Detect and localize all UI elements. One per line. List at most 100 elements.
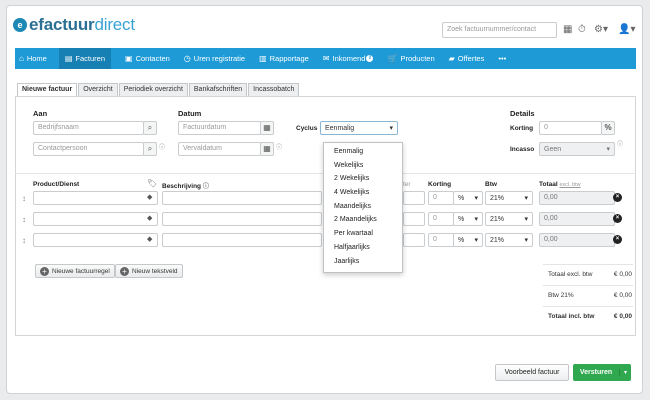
calculator-icon[interactable]: ▦ (563, 24, 572, 35)
tag-icon: 🏷 (147, 179, 158, 188)
prijs-column-header: ter (403, 181, 411, 188)
add-text-field-button[interactable]: + Nieuw tekstveld (115, 264, 183, 278)
search-input[interactable]: Zoek factuurnummer/contact (442, 22, 557, 38)
company-field[interactable]: Bedrijfsnaam (33, 121, 144, 135)
invoice-date-field[interactable]: Factuurdatum (178, 121, 261, 135)
row-discount-field[interactable]: 0 (428, 212, 454, 226)
send-button[interactable]: Versturen ▾ (573, 364, 631, 381)
tag-icon[interactable]: ◆ (147, 214, 152, 222)
aan-label: Aan (33, 109, 48, 118)
cyclus-option[interactable]: Halfjaarlijks (324, 242, 402, 256)
invoice-tabs: Nieuwe factuur Overzicht Periodiek overz… (17, 83, 300, 97)
btw-row: Btw 21% € 0,00 (543, 285, 633, 305)
incasso-select[interactable]: Geen ▾ (539, 142, 615, 156)
calendar-icon[interactable]: ▦ (260, 142, 274, 156)
search-company-button[interactable]: ⌕ (143, 121, 157, 135)
plus-icon: + (40, 266, 49, 276)
btw-select[interactable]: 21% ▾ (485, 191, 533, 205)
cyclus-option[interactable]: Eenmalig (324, 146, 402, 160)
row-discount-field[interactable]: 0 (428, 191, 454, 205)
chevron-down-icon: ▾ (524, 216, 528, 223)
cyclus-option[interactable]: 2 Wekelijks (324, 173, 402, 187)
add-invoice-line-button[interactable]: + Nieuwe factuurregel (35, 264, 115, 278)
discount-unit-select[interactable]: % ▾ (453, 233, 483, 247)
chevron-down-icon: ▾ (606, 146, 610, 153)
description-field[interactable] (162, 233, 322, 247)
brand-name-bold: efactuur (29, 15, 95, 34)
cart-icon: 🛒 (387, 54, 398, 63)
korting-field[interactable]: 0 (539, 121, 602, 135)
due-date-field[interactable]: Vervaldatum (178, 142, 261, 156)
nav-item-contacten[interactable]: ▣ Contacten (125, 54, 170, 63)
beschrijving-column-header: Beschrijving ⓘ (162, 183, 209, 190)
remove-line-icon[interactable]: × (613, 214, 622, 223)
cyclus-option[interactable]: Maandelijks (324, 201, 402, 215)
cyclus-option[interactable]: Wekelijks (324, 160, 402, 174)
settings-icon[interactable]: ⚙▾ (594, 24, 608, 35)
drag-handle-icon[interactable]: ↕ (22, 215, 26, 224)
user-icon[interactable]: 👤▾ (618, 24, 635, 35)
btw-select[interactable]: 21% ▾ (485, 233, 533, 247)
tab-overzicht[interactable]: Overzicht (78, 83, 118, 97)
price-field[interactable] (403, 212, 425, 226)
remove-line-icon[interactable]: × (613, 235, 622, 244)
info-icon[interactable]: ⓘ (276, 142, 282, 151)
info-icon[interactable]: ⓘ (617, 139, 623, 148)
product-field[interactable] (33, 191, 158, 205)
chevron-down-icon[interactable]: ▾ (619, 369, 631, 376)
clock-icon[interactable]: ⏱ (578, 24, 586, 35)
korting-column-header: Korting (428, 181, 452, 188)
drag-handle-icon[interactable]: ↕ (22, 236, 26, 245)
total-excl-row: Totaal excl. btw € 0,00 (543, 264, 633, 284)
tab-incassobatch[interactable]: Incassobatch (248, 83, 300, 97)
product-field[interactable] (33, 212, 158, 226)
description-field[interactable] (162, 191, 322, 205)
inkomend-badge: 8 (366, 55, 374, 62)
nav-item-facturen[interactable]: ▤ Facturen (58, 48, 112, 69)
remove-line-icon[interactable]: × (613, 193, 622, 202)
totaal-column-header: Totaal excl. btw (539, 181, 581, 188)
cyclus-option[interactable]: Per kwartaal (324, 228, 402, 242)
brand-logo[interactable]: e efactuurdirect (13, 15, 135, 35)
calendar-icon[interactable]: ▦ (260, 121, 274, 135)
contact-field[interactable]: Contactpersoon (33, 142, 144, 156)
cyclus-option[interactable]: 4 Wekelijks (324, 187, 402, 201)
search-contact-button[interactable]: ⌕ (143, 142, 157, 156)
description-field[interactable] (162, 212, 322, 226)
product-column-header: Product/Dienst (33, 181, 80, 188)
tab-periodiek-overzicht[interactable]: Periodiek overzicht (118, 83, 188, 97)
chart-icon: ▥ (259, 54, 267, 63)
nav-item-inkomend[interactable]: ✉ Inkomend 8 (323, 54, 374, 63)
btw-select[interactable]: 21% ▾ (485, 212, 533, 226)
discount-unit-select[interactable]: % ▾ (453, 212, 483, 226)
info-icon[interactable]: ⓘ (159, 142, 165, 151)
tab-nieuwe-factuur[interactable]: Nieuwe factuur (17, 83, 78, 97)
chevron-down-icon: ▾ (474, 216, 478, 223)
main-navbar: ⌂ Home ▤ Facturen ▣ Contacten ◷ Uren registr… (15, 48, 636, 69)
home-icon: ⌂ (19, 54, 24, 63)
info-icon[interactable]: ⓘ (203, 184, 209, 190)
row-discount-field[interactable]: 0 (428, 233, 454, 247)
details-label: Details (510, 109, 535, 118)
preview-invoice-button[interactable]: Voorbeeld factuur (495, 364, 569, 381)
nav-item-producten[interactable]: 🛒 Producten (387, 54, 434, 63)
folder-icon: ▰ (448, 54, 455, 63)
nav-item-uren[interactable]: ◷ Uren registratie (184, 54, 245, 63)
nav-more[interactable]: ••• (498, 54, 506, 63)
cyclus-option[interactable]: Jaarlijks (324, 256, 402, 270)
tag-icon[interactable]: ◆ (147, 235, 152, 243)
nav-item-home[interactable]: ⌂ Home (19, 54, 47, 63)
nav-item-offertes[interactable]: ▰ Offertes (449, 54, 485, 63)
drag-handle-icon[interactable]: ↕ (22, 194, 26, 203)
product-field[interactable] (33, 233, 158, 247)
nav-item-rapportage[interactable]: ▥ Rapportage (259, 54, 309, 63)
price-field[interactable] (403, 233, 425, 247)
price-field[interactable] (403, 191, 425, 205)
cyclus-select[interactable]: Eenmalig ▾ (320, 121, 398, 135)
plus-icon: + (120, 266, 129, 276)
cyclus-option[interactable]: 2 Maandelijks (324, 214, 402, 228)
app-window: e efactuurdirect Zoek factuurnummer/cont… (6, 5, 643, 394)
tab-bankafschriften[interactable]: Bankafschriften (188, 83, 248, 97)
discount-unit-select[interactable]: % ▾ (453, 191, 483, 205)
tag-icon[interactable]: ◆ (147, 193, 152, 201)
